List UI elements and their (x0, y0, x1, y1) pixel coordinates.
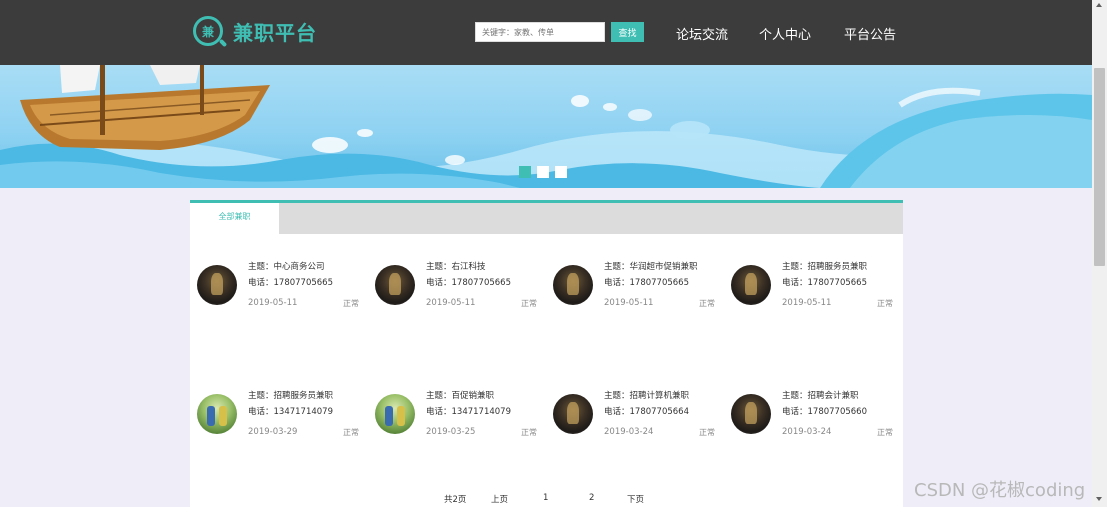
job-date: 2019-03-25 (426, 427, 476, 437)
job-status: 正常 (877, 428, 893, 437)
scroll-up-arrow-icon[interactable] (1096, 3, 1102, 7)
carousel-dot-1[interactable] (519, 166, 531, 178)
avatar (553, 394, 593, 434)
job-card[interactable]: 主题：中心商务公司 电话：17807705665 2019-05-11 正常 (190, 260, 360, 310)
pager-page-2[interactable]: 2 (589, 493, 594, 503)
job-title: 主题：招聘服务员兼职 (782, 262, 868, 272)
tab-all-jobs[interactable]: 全部兼职 (190, 203, 279, 234)
pager-prev-link[interactable]: 上页 (491, 493, 508, 505)
job-title: 主题：招聘计算机兼职 (604, 391, 690, 401)
watermark: CSDN @花椒coding (914, 480, 1086, 501)
job-date: 2019-05-11 (604, 298, 654, 308)
job-card[interactable]: 主题：招聘会计兼职 电话：17807705660 2019-03-24 正常 (724, 389, 894, 439)
job-phone: 电话：17807705665 (604, 278, 689, 288)
nav-forum[interactable]: 论坛交流 (676, 24, 728, 43)
avatar (197, 394, 237, 434)
job-card[interactable]: 主题：右江科技 电话：17807705665 2019-05-11 正常 (368, 260, 538, 310)
job-title: 主题：招聘会计兼职 (782, 391, 859, 401)
job-title: 主题：中心商务公司 (248, 262, 325, 272)
avatar (375, 394, 415, 434)
scroll-thumb[interactable] (1094, 68, 1105, 266)
job-status: 正常 (877, 299, 893, 308)
tab-bar: 全部兼职 (190, 200, 903, 234)
job-phone: 电话：17807705665 (782, 278, 867, 288)
job-status: 正常 (699, 299, 715, 308)
logo-char: 兼 (201, 24, 214, 39)
logo-text: 兼职平台 (233, 20, 317, 45)
job-list-panel: 全部兼职 (190, 200, 903, 507)
job-card[interactable]: 主题：招聘服务员兼职 电话：13471714079 2019-03-29 正常 (190, 389, 360, 439)
carousel-dot-3[interactable] (555, 166, 567, 178)
job-status: 正常 (521, 428, 537, 437)
job-status: 正常 (521, 299, 537, 308)
job-status: 正常 (699, 428, 715, 437)
avatar (731, 394, 771, 434)
nav-announcements[interactable]: 平台公告 (844, 24, 896, 43)
job-date: 2019-05-11 (426, 298, 476, 308)
job-date: 2019-05-11 (782, 298, 832, 308)
job-phone: 电话：17807705665 (426, 278, 511, 288)
job-status: 正常 (343, 428, 359, 437)
pager-next-link[interactable]: 下页 (627, 493, 644, 505)
carousel-dots (519, 166, 567, 178)
pager-page-1[interactable]: 1 (543, 493, 548, 503)
job-status: 正常 (343, 299, 359, 308)
job-card[interactable]: 主题：百促销兼职 电话：13471714079 2019-03-25 正常 (368, 389, 538, 439)
job-title: 主题：华润超市促销兼职 (604, 262, 698, 272)
carousel-dot-2[interactable] (537, 166, 549, 178)
site-logo[interactable]: 兼 兼职平台 (193, 16, 317, 46)
page-scrollbar[interactable] (1092, 0, 1107, 507)
job-date: 2019-03-24 (604, 427, 654, 437)
job-phone: 电话：17807705664 (604, 407, 689, 417)
job-card[interactable]: 主题：华润超市促销兼职 电话：17807705665 2019-05-11 正常 (546, 260, 716, 310)
job-phone: 电话：17807705665 (248, 278, 333, 288)
avatar (731, 265, 771, 305)
job-date: 2019-05-11 (248, 298, 298, 308)
nav-profile[interactable]: 个人中心 (759, 24, 811, 43)
job-phone: 电话：13471714079 (248, 407, 333, 417)
pager-total: 共2页 (444, 495, 467, 505)
avatar (375, 265, 415, 305)
job-title: 主题：右江科技 (426, 262, 486, 272)
job-card[interactable]: 主题：招聘服务员兼职 电话：17807705665 2019-05-11 正常 (724, 260, 894, 310)
avatar (553, 265, 593, 305)
job-phone: 电话：17807705660 (782, 407, 867, 417)
search-input[interactable] (475, 22, 605, 42)
job-title: 主题：招聘服务员兼职 (248, 391, 334, 401)
search-button[interactable]: 查找 (611, 22, 644, 42)
scroll-down-arrow-icon[interactable] (1096, 497, 1102, 501)
job-date: 2019-03-29 (248, 427, 298, 437)
logo-search-icon: 兼 (193, 16, 223, 46)
job-phone: 电话：13471714079 (426, 407, 511, 417)
job-card[interactable]: 主题：招聘计算机兼职 电话：17807705664 2019-03-24 正常 (546, 389, 716, 439)
job-date: 2019-03-24 (782, 427, 832, 437)
avatar (197, 265, 237, 305)
top-header: 兼 兼职平台 查找 论坛交流 个人中心 平台公告 (0, 0, 1092, 65)
job-title: 主题：百促销兼职 (426, 391, 495, 401)
